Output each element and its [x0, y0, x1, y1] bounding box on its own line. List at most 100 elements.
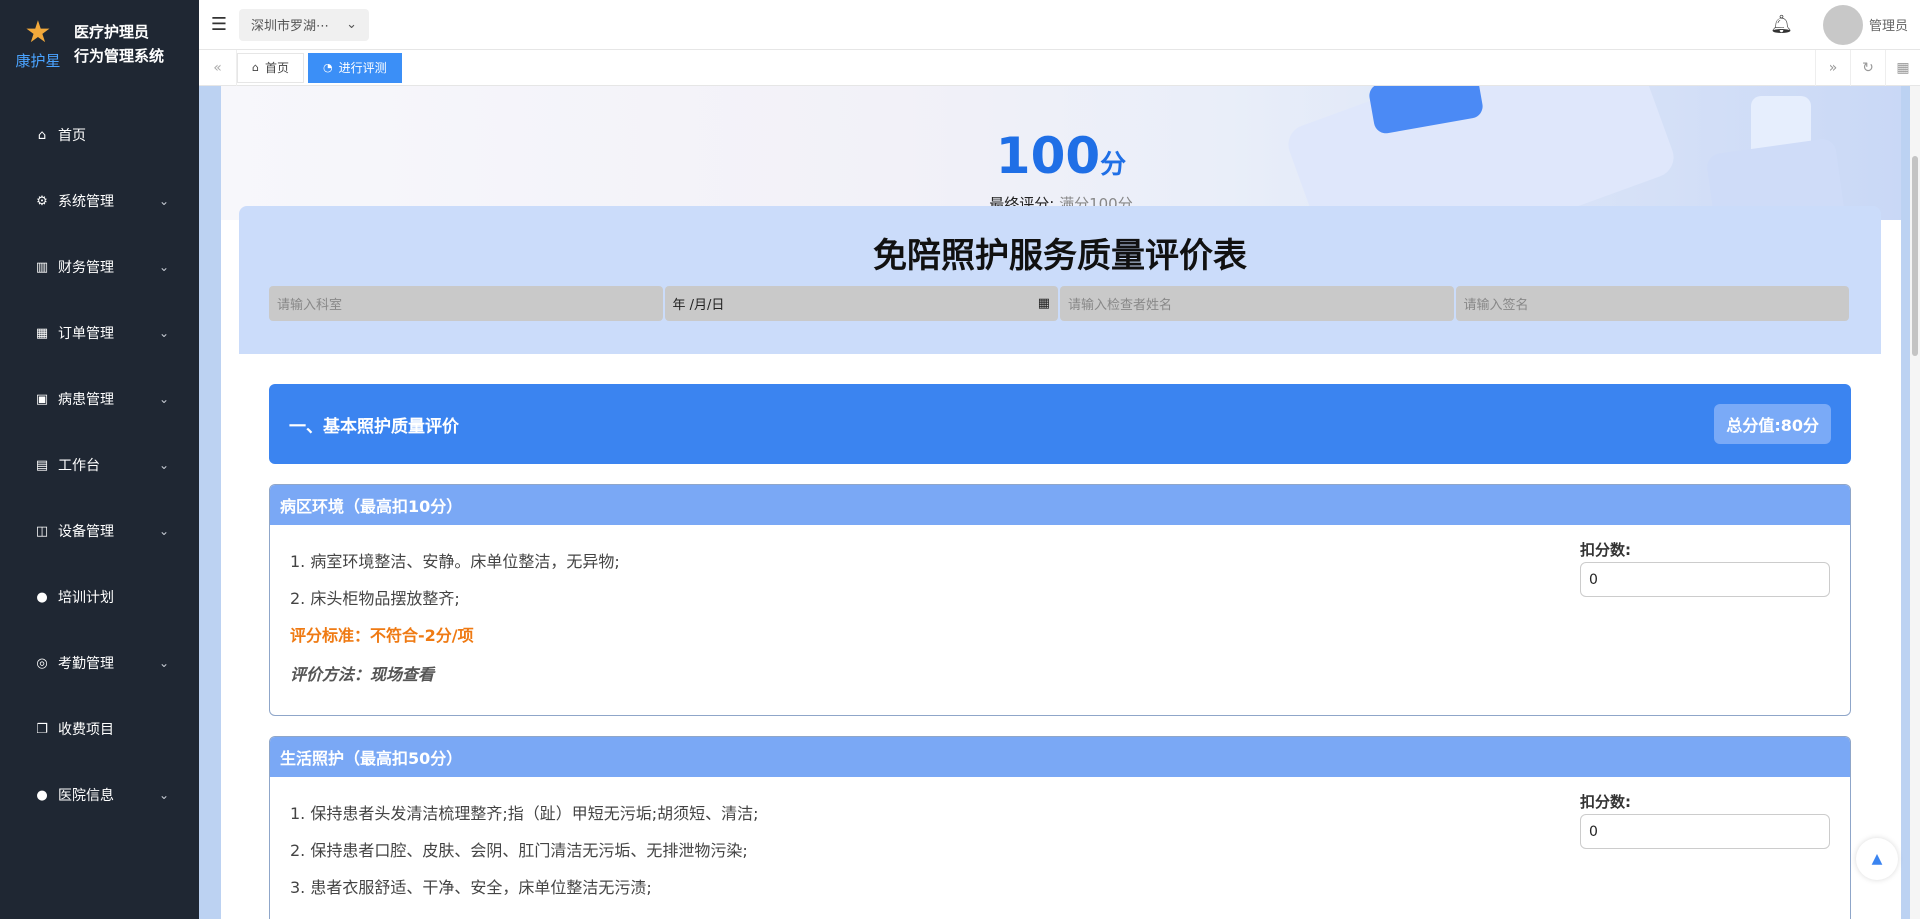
sidebar-menu: ⌂ 首页 ⚙ 系统管理 ⌄ ▥ 财务管理 ⌄ ▦ 订单管理 ⌄ ▣ 病患管理 ⌄ — [0, 102, 199, 828]
department-placeholder: 请输入科室 — [277, 298, 343, 313]
hospital-select[interactable]: 深圳市罗湖⋯ ⌄ — [239, 8, 369, 41]
sidebar-item-attendance[interactable]: ◎ 考勤管理 ⌄ — [0, 630, 199, 696]
star-icon: ★ — [24, 14, 52, 50]
bar-chart-icon: ▥ — [35, 259, 49, 275]
tabs-scroll-left-icon[interactable]: « — [199, 49, 237, 86]
sidebar-item-workbench[interactable]: ▤ 工作台 ⌄ — [0, 432, 199, 498]
brand-title-line1: 医疗护理员 — [74, 23, 150, 41]
chevron-down-icon: ⌄ — [158, 392, 169, 406]
chip-icon: ◫ — [35, 523, 49, 539]
brand-logo: ★ 康护星 — [12, 14, 64, 71]
watch-icon: ◎ — [36, 655, 48, 671]
sidebar-item-home[interactable]: ⌂ 首页 — [0, 102, 199, 168]
section-header: 一、基本照护质量评价 总分值:80分 — [269, 384, 1851, 464]
card-title: 病区环境（最高扣10分） — [270, 485, 1850, 525]
sidebar-item-orders[interactable]: ▦ 订单管理 ⌄ — [0, 300, 199, 366]
score-banner: 100分 最终评分: 满分100分 — [221, 86, 1901, 220]
user-icon: ● — [36, 589, 48, 605]
sidebar-item-label: 培训计划 — [58, 590, 114, 606]
sidebar-item-label: 收费项目 — [58, 722, 114, 738]
sidebar-item-label: 首页 — [58, 128, 86, 144]
grid-icon[interactable]: ▦ — [1885, 49, 1920, 86]
id-card-icon: ▣ — [35, 391, 49, 407]
main-area: 100分 最终评分: 满分100分 免陪照护服务质量评价表 请输入科室 年 /月… — [199, 86, 1920, 919]
tabs-scroll-right-icon[interactable]: » — [1815, 49, 1850, 86]
form-fields: 请输入科室 年 /月/日 ▦ 请输入检查者姓名 请输入签名 — [269, 286, 1851, 321]
menu-toggle-icon[interactable]: ☰ — [199, 0, 239, 50]
inspector-input[interactable]: 请输入检查者姓名 — [1060, 286, 1454, 321]
criteria-card: 生活照护（最高扣50分） 1. 保持患者头发清洁梳理整齐;指（趾）甲短无污垢;胡… — [269, 736, 1851, 919]
signature-input[interactable]: 请输入签名 — [1455, 286, 1849, 321]
section-title: 一、基本照护质量评价 — [289, 416, 459, 437]
sidebar: ★ 康护星 医疗护理员 行为管理系统 ⌂ 首页 ⚙ 系统管理 ⌄ ▥ 财务管理 … — [0, 0, 199, 919]
scrollbar[interactable] — [1910, 86, 1920, 919]
user-icon: ● — [36, 787, 48, 803]
bell-icon: ◔ — [323, 61, 333, 74]
deduction-label: 扣分数: — [1580, 793, 1631, 811]
copy-icon: ❐ — [36, 721, 48, 737]
content-panel: 100分 最终评分: 满分100分 免陪照护服务质量评价表 请输入科室 年 /月… — [221, 86, 1901, 919]
deduction-field: 扣分数: 0 — [1580, 539, 1830, 597]
sidebar-item-patients[interactable]: ▣ 病患管理 ⌄ — [0, 366, 199, 432]
sidebar-item-hospital[interactable]: ● 医院信息 ⌄ — [0, 762, 199, 828]
hospital-select-value: 深圳市罗湖⋯ — [251, 19, 330, 34]
gear-icon: ⚙ — [36, 193, 48, 209]
brand-title-line2: 行为管理系统 — [74, 47, 165, 65]
evaluation-area: 一、基本照护质量评价 总分值:80分 病区环境（最高扣10分） 1. 病室环境整… — [239, 354, 1881, 919]
form-header-panel: 免陪照护服务质量评价表 请输入科室 年 /月/日 ▦ 请输入检查者姓名 请输入签名 — [239, 206, 1881, 354]
form-title: 免陪照护服务质量评价表 — [873, 236, 1247, 276]
deduction-input[interactable]: 0 — [1580, 562, 1830, 597]
deduction-input[interactable]: 0 — [1580, 814, 1830, 849]
admin-name[interactable]: 管理员 — [1869, 15, 1908, 34]
tab-label: 首页 — [264, 61, 289, 75]
brand-title: 医疗护理员 行为管理系统 — [74, 20, 164, 68]
sidebar-item-finance[interactable]: ▥ 财务管理 ⌄ — [0, 234, 199, 300]
refresh-icon[interactable]: ↻ — [1850, 49, 1885, 86]
inspector-placeholder: 请输入检查者姓名 — [1068, 298, 1173, 313]
avatar[interactable] — [1822, 4, 1863, 45]
scoring-standard: 评分标准：不符合-2分/项 — [290, 626, 474, 645]
tab-home[interactable]: ⌂ 首页 — [237, 52, 304, 83]
date-value: 年 /月/日 — [672, 298, 725, 313]
sidebar-item-label: 考勤管理 — [58, 656, 114, 672]
date-input[interactable]: 年 /月/日 ▦ — [664, 286, 1058, 321]
tab-evaluation[interactable]: ◔ 进行评测 — [308, 52, 402, 83]
sidebar-item-label: 订单管理 — [58, 326, 114, 342]
back-to-top-button[interactable]: ▲ — [1856, 838, 1898, 880]
tabs-bar: « ⌂ 首页 ◔ 进行评测 » ↻ ▦ — [199, 49, 1920, 86]
chevron-up-icon: ▲ — [1871, 851, 1883, 867]
sidebar-item-label: 设备管理 — [58, 524, 114, 540]
criteria-item: 3. 患者衣服舒适、干净、安全，床单位整洁无污渍; — [290, 878, 652, 897]
sidebar-item-label: 系统管理 — [58, 194, 114, 210]
score-unit: 分 — [1100, 150, 1127, 180]
evaluation-method: 评价方法：现场查看 — [290, 665, 435, 684]
sidebar-item-fees[interactable]: ❐ 收费项目 — [0, 696, 199, 762]
top-header: ☰ 深圳市罗湖⋯ ⌄ 🔔︎ 管理员 — [199, 0, 1920, 50]
score-value: 100分 — [221, 128, 1901, 193]
sidebar-item-label: 工作台 — [58, 458, 100, 474]
chevron-down-icon: ⌄ — [158, 524, 169, 538]
sidebar-item-system[interactable]: ⚙ 系统管理 ⌄ — [0, 168, 199, 234]
sidebar-item-training[interactable]: ● 培训计划 — [0, 564, 199, 630]
sidebar-item-devices[interactable]: ◫ 设备管理 ⌄ — [0, 498, 199, 564]
app-root: ★ 康护星 医疗护理员 行为管理系统 ⌂ 首页 ⚙ 系统管理 ⌄ ▥ 财务管理 … — [0, 0, 1920, 919]
calendar-icon: ▦ — [1037, 296, 1050, 311]
chevron-down-icon: ⌄ — [158, 194, 169, 208]
chevron-down-icon: ⌄ — [158, 458, 169, 472]
score-number: 100 — [995, 127, 1101, 185]
scrollbar-thumb[interactable] — [1912, 156, 1918, 356]
calendar-icon: ▦ — [35, 325, 49, 341]
chevron-down-icon: ⌄ — [158, 656, 169, 670]
department-input[interactable]: 请输入科室 — [269, 286, 663, 321]
criteria-card: 病区环境（最高扣10分） 1. 病室环境整洁、安静。床单位整洁，无异物; 2. … — [269, 484, 1851, 716]
card-body: 1. 病室环境整洁、安静。床单位整洁，无异物; 2. 床头柜物品摆放整齐; 评分… — [270, 525, 1850, 715]
bell-icon[interactable]: 🔔︎ — [1770, 14, 1793, 35]
card-title: 生活照护（最高扣50分） — [270, 737, 1850, 777]
deduction-field: 扣分数: 0 — [1580, 791, 1830, 849]
sidebar-item-label: 病患管理 — [58, 392, 114, 408]
signature-placeholder: 请输入签名 — [1463, 298, 1529, 313]
chevron-down-icon: ⌄ — [158, 260, 169, 274]
briefcase-icon: ▤ — [35, 457, 49, 473]
section-total-badge: 总分值:80分 — [1714, 404, 1831, 444]
card-body: 1. 保持患者头发清洁梳理整齐;指（趾）甲短无污垢;胡须短、清洁; 2. 保持患… — [270, 777, 1850, 919]
